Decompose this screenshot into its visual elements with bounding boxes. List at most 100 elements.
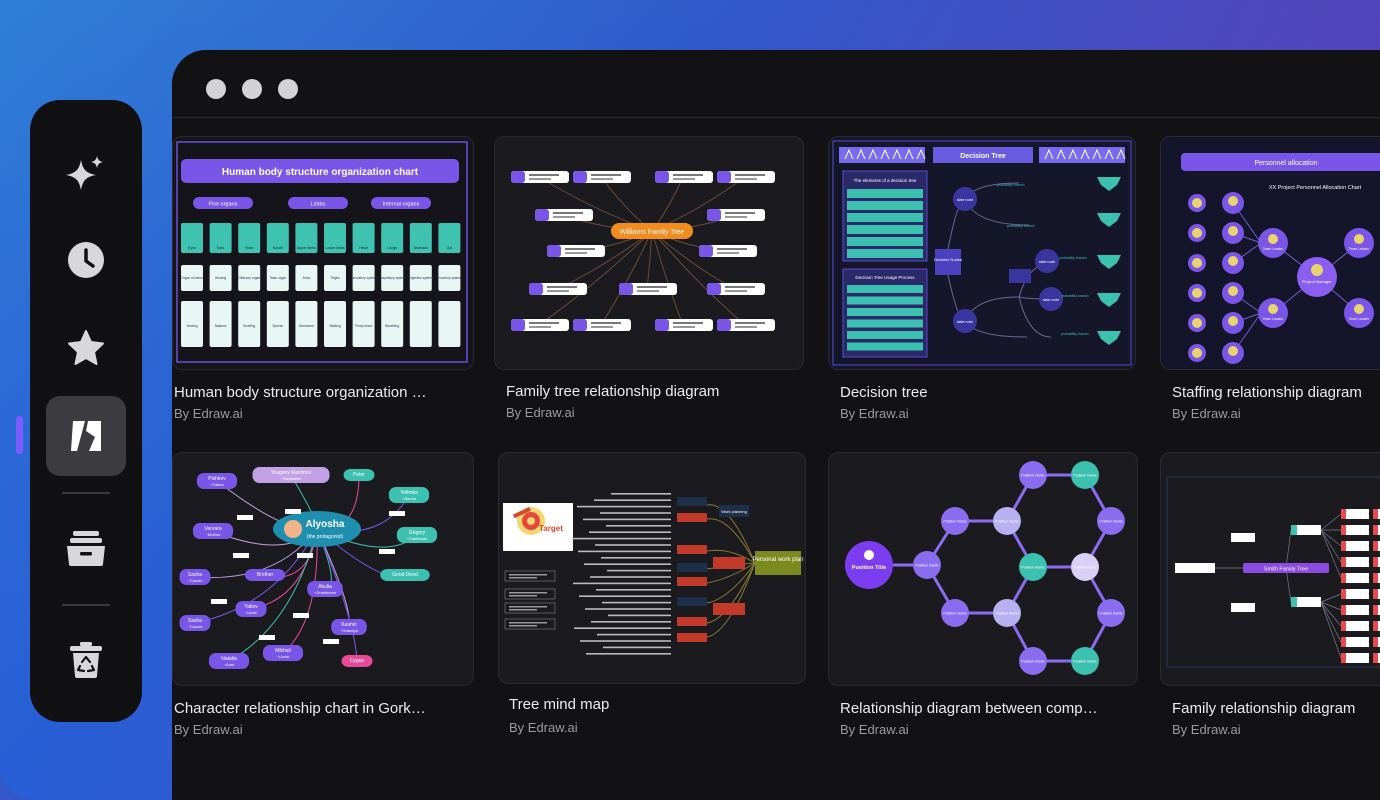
thumb-cell-label: Olfactory organ: [238, 276, 260, 280]
thumb-organ-label: Upper limbs: [297, 246, 316, 250]
sidebar-item-recent[interactable]: [46, 220, 126, 300]
thumb-position-label: Position Name: [1021, 660, 1044, 664]
template-thumbnail[interactable]: Williams Family Tree: [494, 136, 804, 370]
template-card[interactable]: Decision Tree The elements of a decision…: [828, 136, 1138, 436]
thumb-note-box: [504, 602, 556, 614]
template-thumbnail[interactable]: Decision Tree The elements of a decision…: [828, 136, 1136, 370]
thumb-node-text: [673, 174, 703, 176]
thumb-node-marker: [1341, 509, 1346, 519]
thumb-node-text: [735, 174, 765, 176]
thumb-position-label: Position Name: [1073, 474, 1096, 478]
thumb-group-label: Limbs: [311, 202, 326, 208]
sidebar-item-templates[interactable]: [46, 396, 126, 476]
window-dot[interactable]: [206, 79, 226, 99]
thumb-branch-box: [677, 577, 707, 586]
thumb-node-text: [553, 216, 575, 218]
thumb-position-label: Position Name: [1099, 520, 1122, 524]
app-window: Human body structure organization chart …: [172, 50, 1380, 800]
thumb-cell-label: Speech: [272, 324, 283, 328]
template-thumbnail[interactable]: Target Work planning Personal work plan: [498, 452, 806, 684]
thumb-state-label: state node: [957, 198, 973, 202]
template-thumbnail[interactable]: Alyosha (the protagonist) Pishkov ~Father…: [172, 452, 474, 686]
thumb-node-text: [673, 326, 695, 328]
template-title[interactable]: Relationship diagram between comp…: [840, 700, 1110, 717]
thumb-text-line: [601, 557, 671, 559]
template-thumbnail[interactable]: Smith Family Tree: [1160, 452, 1380, 686]
thumb-leader-label: Team Leader: [1263, 247, 1284, 251]
thumb-node-photo: [511, 319, 525, 331]
template-card[interactable]: Smith Family Tree Family relationship di…: [1160, 452, 1380, 752]
thumb-text-line: [589, 531, 671, 533]
thumb-center-node: [1297, 257, 1337, 297]
thumb-center-label: Alyosha: [306, 519, 345, 530]
template-title[interactable]: Family relationship diagram: [1172, 700, 1355, 717]
thumb-avatar: [1268, 304, 1278, 314]
template-author: By Edraw.ai: [506, 405, 575, 420]
thumb-panel-row: [847, 285, 923, 293]
template-card[interactable]: Alyosha (the protagonist) Pishkov ~Father…: [172, 452, 474, 752]
thumb-panel-row: [847, 319, 923, 328]
template-card[interactable]: Position Title Position Name Position Nam…: [828, 452, 1140, 752]
sidebar-item-favorites[interactable]: [46, 308, 126, 388]
thumb-connector: [538, 176, 653, 232]
template-thumbnail[interactable]: Position Title Position Name Position Nam…: [828, 452, 1138, 686]
thumb-prob-label: probability branch: [1061, 332, 1089, 336]
thumb-character-role: ~Craftsman: [407, 536, 428, 541]
template-thumbnail[interactable]: Personnel allocation XX Project Personne…: [1160, 136, 1380, 370]
thumb-avatar: [1192, 318, 1202, 328]
template-title[interactable]: Family tree relationship diagram: [506, 383, 719, 400]
thumb-avatar: [1228, 316, 1238, 326]
thumb-node: [1231, 603, 1255, 612]
thumb-subheading: XX Project Personnel Allocation Chart: [1269, 185, 1362, 191]
window-dot[interactable]: [278, 79, 298, 99]
thumb-note-box: [504, 570, 556, 582]
thumb-node-text: [725, 216, 747, 218]
thumb-branch-box: [677, 563, 707, 572]
thumb-text-line: [602, 601, 671, 604]
thumb-branch-box: [713, 557, 745, 569]
thumb-note-text: [509, 595, 537, 597]
thumb-character-role: ~Barmy: [402, 496, 416, 501]
template-author: By Edraw.ai: [840, 406, 909, 421]
thumb-node-marker: [1373, 589, 1378, 599]
thumb-cell-label: Thighs: [330, 276, 340, 280]
template-thumbnail[interactable]: Human body structure organization chart …: [172, 136, 474, 370]
thumb-position-label: Position Name: [1021, 566, 1044, 570]
thumb-text-line: [580, 640, 671, 642]
thumb-organ-label: Gut: [447, 246, 453, 250]
thumb-node-text: [565, 252, 587, 254]
thumb-connector: [651, 176, 684, 232]
template-card[interactable]: Personnel allocation XX Project Personne…: [1160, 136, 1380, 436]
thumb-state-label: state node: [1039, 260, 1055, 264]
template-title[interactable]: Character relationship chart in Gork…: [174, 700, 436, 717]
template-title[interactable]: Staffing relationship diagram: [1172, 384, 1362, 401]
thumb-character-role: ~Grandmom: [314, 590, 337, 595]
sidebar-item-recycle-bin[interactable]: [46, 620, 126, 700]
thumb-text-line: [584, 563, 671, 565]
thumb-panel-row: [847, 331, 923, 339]
thumb-node-marker: [1291, 525, 1297, 535]
thumb-panel-title: The elements of a decision tree: [854, 178, 917, 183]
template-card[interactable]: Human body structure organization chart …: [172, 136, 474, 436]
template-title[interactable]: Human body structure organization …: [174, 384, 436, 401]
thumb-relation-tag: [285, 509, 301, 514]
window-dot[interactable]: [242, 79, 262, 99]
thumb-avatar: [1228, 286, 1238, 296]
sidebar: [30, 100, 142, 722]
template-card[interactable]: Target Work planning Personal work plan …: [498, 452, 808, 752]
thumb-leader-label: Team Leader: [1263, 317, 1284, 321]
thumb-note-text: [509, 577, 537, 579]
template-card[interactable]: Williams Family Tree Family tree relatio…: [494, 136, 804, 436]
sidebar-item-ai[interactable]: [46, 134, 126, 214]
thumb-position-label: Position Name: [1073, 566, 1096, 570]
template-title[interactable]: Tree mind map: [509, 696, 609, 713]
thumb-note-text: [509, 622, 547, 624]
thumb-node-photo: [529, 283, 543, 295]
thumb-character-name: Brother: [257, 572, 274, 578]
sidebar-item-files[interactable]: [46, 508, 126, 588]
thumb-organ-label: Mouth: [273, 246, 283, 250]
thumb-avatar: [1192, 258, 1202, 268]
template-title[interactable]: Decision tree: [840, 384, 928, 401]
thumb-node-photo: [655, 171, 669, 183]
thumb-connector: [1320, 529, 1342, 563]
